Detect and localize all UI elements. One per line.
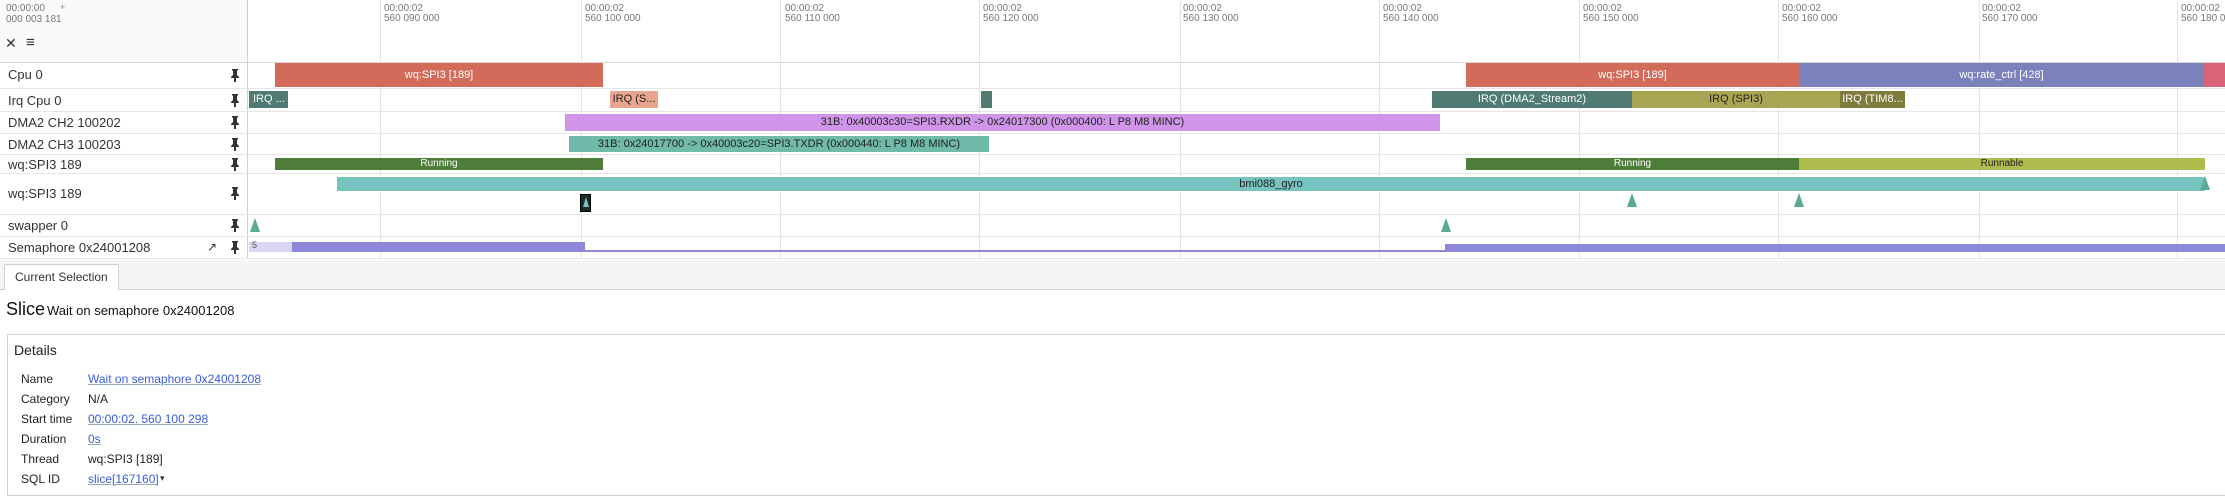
state-slice[interactable]: Running: [275, 158, 603, 170]
track-swapper: swapper 0: [0, 215, 2225, 237]
track-semaphore: Semaphore 0x24001208 ↗ 5: [0, 237, 2225, 259]
tick-label-bottom: 560 140 000: [1383, 13, 1439, 24]
expand-small-icon[interactable]: +: [60, 2, 65, 12]
counter-chart-icon[interactable]: ↗: [207, 240, 217, 254]
name-label: Name: [21, 372, 54, 386]
pin-icon[interactable]: [229, 240, 241, 254]
cpu-slice-fragment[interactable]: [2204, 63, 2225, 87]
track-dma2-ch2: DMA2 CH2 100202 31B: 0x40003c30=SPI3.RXD…: [0, 112, 2225, 134]
thread-slice[interactable]: bmi088_gyro: [337, 177, 2205, 191]
tick-label-bottom: 560 130 000: [1183, 13, 1239, 24]
slice-heading-name: Wait on semaphore 0x24001208: [47, 303, 235, 318]
irq-slice-small[interactable]: [981, 91, 992, 108]
semaphore-counter-bar[interactable]: [1445, 244, 2225, 252]
instant-marker[interactable]: [250, 218, 260, 232]
irq-slice[interactable]: IRQ (DMA2_Stream2): [1432, 91, 1632, 108]
semaphore-counter-bar[interactable]: [292, 242, 585, 252]
category-label: Category: [21, 392, 70, 406]
track-name-wq-state[interactable]: wq:SPI3 189: [8, 157, 82, 172]
track-wq-thread: wq:SPI3 189 bmi088_gyro: [0, 174, 2225, 215]
track-irq-cpu0: Irq Cpu 0 IRQ ... IRQ (S... IRQ (DMA2_St…: [0, 89, 2225, 112]
thread-label: Thread: [21, 452, 60, 466]
selected-instant-marker[interactable]: [580, 194, 591, 212]
cpu-slice[interactable]: wq:SPI3 [189]: [275, 63, 603, 87]
origin-time-bottom: 000 003 181: [6, 14, 62, 25]
irq-slice[interactable]: IRQ ...: [249, 91, 288, 108]
semaphore-value-label: 5: [252, 240, 258, 250]
pin-icon[interactable]: [229, 218, 241, 232]
tick-label-bottom: 560 180 000: [2181, 13, 2225, 24]
timeline-header: 00:00:00 + 000 003 181 ✕ ≡ 00:00:02 560 …: [0, 0, 2225, 63]
collapse-all-icon[interactable]: ✕: [5, 36, 17, 50]
state-slice[interactable]: Runnable: [1799, 158, 2205, 170]
tab-current-selection[interactable]: Current Selection: [4, 264, 119, 290]
pin-icon[interactable]: [229, 68, 241, 82]
sql-id-label: SQL ID: [21, 472, 60, 486]
pin-icon[interactable]: [229, 186, 241, 200]
track-name-wq-thread[interactable]: wq:SPI3 189: [8, 186, 82, 201]
tick-label-bottom: 560 090 000: [384, 13, 440, 24]
track-name-semaphore[interactable]: Semaphore 0x24001208: [8, 240, 150, 255]
track-cpu0: Cpu 0 wq:SPI3 [189] wq:SPI3 [189] wq:rat…: [0, 62, 2225, 89]
cpu-slice[interactable]: wq:SPI3 [189]: [1466, 63, 1799, 87]
track-wq-state: wq:SPI3 189 Running Running Runnable: [0, 155, 2225, 174]
tick-label-bottom: 560 100 000: [585, 13, 641, 24]
tick-label-bottom: 560 160 000: [1782, 13, 1838, 24]
track-name-dma2-ch2[interactable]: DMA2 CH2 100202: [8, 115, 121, 130]
category-value: N/A: [88, 392, 109, 406]
track-dma2-ch3: DMA2 CH3 100203 31B: 0x24017700 -> 0x400…: [0, 134, 2225, 155]
tick-label-bottom: 560 120 000: [983, 13, 1039, 24]
dma-slice[interactable]: 31B: 0x40003c30=SPI3.RXDR -> 0x24017300 …: [565, 114, 1440, 131]
tick-label-bottom: 560 170 000: [1982, 13, 2038, 24]
timeline-left-header: 00:00:00 + 000 003 181 ✕ ≡: [0, 0, 248, 62]
tick-label-bottom: 560 150 000: [1583, 13, 1639, 24]
track-name-irq-cpu0[interactable]: Irq Cpu 0: [8, 93, 61, 108]
tick-label-bottom: 560 110 000: [785, 13, 840, 24]
instant-marker[interactable]: [1627, 193, 1637, 207]
state-slice[interactable]: Running: [1466, 158, 1799, 170]
slice-heading: Slice: [6, 299, 46, 319]
pin-icon[interactable]: [229, 93, 241, 107]
start-time-value[interactable]: 00:00:02. 560 100 298: [88, 412, 208, 426]
instant-marker[interactable]: [1794, 193, 1804, 207]
semaphore-counter-bar[interactable]: [585, 250, 1445, 252]
origin-time-top: 00:00:00: [6, 3, 45, 14]
pin-icon[interactable]: [229, 115, 241, 129]
track-name-cpu0[interactable]: Cpu 0: [8, 67, 43, 82]
dma-slice[interactable]: 31B: 0x24017700 -> 0x40003c20=SPI3.TXDR …: [569, 136, 989, 152]
cpu-slice[interactable]: wq:rate_ctrl [428]: [1799, 63, 2204, 87]
irq-slice[interactable]: IRQ (SPI3): [1632, 91, 1840, 108]
irq-slice[interactable]: IRQ (S...: [610, 91, 658, 108]
track-name-swapper[interactable]: swapper 0: [8, 218, 68, 233]
track-name-dma2-ch3[interactable]: DMA2 CH3 100203: [8, 137, 121, 152]
pin-icon[interactable]: [229, 137, 241, 151]
details-title: Details: [14, 342, 57, 358]
name-value[interactable]: Wait on semaphore 0x24001208: [88, 372, 261, 386]
details-tab-bar: Current Selection: [0, 260, 2225, 290]
pin-icon[interactable]: [229, 157, 241, 171]
irq-slice[interactable]: IRQ (TIM8...: [1840, 91, 1905, 108]
sql-id-value[interactable]: slice[167160]: [88, 472, 159, 486]
details-panel: Details Name Wait on semaphore 0x2400120…: [7, 334, 2225, 496]
instant-marker[interactable]: [2200, 176, 2210, 190]
duration-label: Duration: [21, 432, 67, 446]
sql-id-dropdown-icon[interactable]: ▾: [160, 473, 165, 484]
thread-value: wq:SPI3 [189]: [88, 452, 163, 466]
sort-lines-icon[interactable]: ≡: [26, 35, 35, 50]
start-time-label: Start time: [21, 412, 73, 426]
instant-marker[interactable]: [1441, 218, 1451, 232]
duration-value[interactable]: 0s: [88, 432, 101, 446]
